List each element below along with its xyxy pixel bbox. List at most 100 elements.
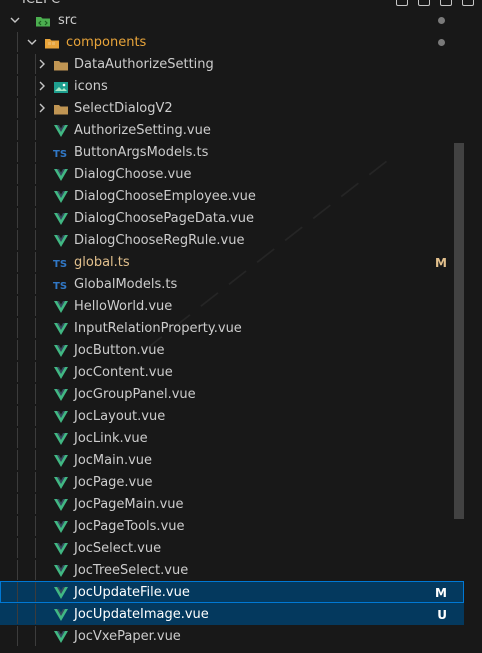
tree-item-src[interactable]: src	[0, 9, 464, 31]
tree-item-label: JocPage.vue	[74, 475, 153, 490]
tree-item-label: JocVxePaper.vue	[74, 629, 181, 644]
new-folder-icon[interactable]	[418, 0, 430, 6]
tree-item-label: DialogChoose.vue	[74, 167, 192, 182]
git-status-badge: U	[437, 608, 447, 622]
tree-item-label: SelectDialogV2	[74, 101, 173, 116]
vue-file-icon	[53, 321, 69, 337]
tree-item-file[interactable]: DialogChoose.vue	[0, 163, 464, 185]
tree-item-file[interactable]: DialogChoosePageData.vue	[0, 207, 464, 229]
tree-item-file[interactable]: AuthorizeSetting.vue	[0, 119, 464, 141]
tree-item-file[interactable]: JocLink.vue	[0, 427, 464, 449]
tree-item-file[interactable]: JocTreeSelect.vue	[0, 559, 464, 581]
vue-file-icon	[53, 387, 69, 403]
git-status-badge: M	[435, 586, 447, 600]
tree-item-label: src	[58, 13, 77, 28]
tree-item-file[interactable]: HelloWorld.vue	[0, 295, 464, 317]
tree-item-file[interactable]: JocButton.vue	[0, 339, 464, 361]
tree-item-folder[interactable]: icons	[0, 75, 464, 97]
tree-item-file[interactable]: JocMain.vue	[0, 449, 464, 471]
modified-dot-icon	[438, 39, 445, 46]
vue-file-icon	[53, 607, 69, 623]
folder-icon	[53, 57, 69, 73]
tree-item-file[interactable]: JocSelect.vue	[0, 537, 464, 559]
tree-item-label: AuthorizeSetting.vue	[74, 123, 211, 138]
vue-file-icon	[53, 431, 69, 447]
modified-dot-icon	[438, 17, 445, 24]
tree-item-label: JocButton.vue	[74, 343, 165, 358]
collapse-all-icon[interactable]	[462, 0, 474, 6]
vue-file-icon	[53, 167, 69, 183]
tree-item-label: JocMain.vue	[74, 453, 153, 468]
tree-item-file[interactable]: TS global.ts M	[0, 251, 464, 273]
tree-item-file[interactable]: JocLayout.vue	[0, 405, 464, 427]
tree-item-file[interactable]: JocGroupPanel.vue	[0, 383, 464, 405]
tree-item-file[interactable]: JocPageTools.vue	[0, 515, 464, 537]
chevron-right-icon	[37, 81, 47, 91]
tree-item-label: InputRelationProperty.vue	[74, 321, 242, 336]
tree-item-label: JocPageMain.vue	[74, 497, 184, 512]
components-folder-icon	[44, 35, 60, 51]
tree-item-label: HelloWorld.vue	[74, 299, 173, 314]
tree-item-label: JocUpdateFile.vue	[74, 585, 190, 600]
folder-icon	[53, 101, 69, 117]
typescript-file-icon: TS	[53, 255, 69, 271]
tree-item-components[interactable]: components	[0, 31, 464, 53]
vue-file-icon	[53, 211, 69, 227]
explorer-header: ICEPC	[0, 0, 482, 9]
svg-text:TS: TS	[53, 259, 67, 270]
vertical-scrollbar[interactable]	[454, 143, 464, 519]
refresh-icon[interactable]	[440, 0, 452, 6]
tree-item-label: JocContent.vue	[74, 365, 173, 380]
tree-item-label: JocTreeSelect.vue	[74, 563, 189, 578]
vue-file-icon	[53, 563, 69, 579]
vue-file-icon	[53, 233, 69, 249]
tree-item-label: DialogChooseRegRule.vue	[74, 233, 245, 248]
tree-item-file[interactable]: TS GlobalModels.ts	[0, 273, 464, 295]
src-folder-icon	[35, 13, 51, 29]
tree-item-folder[interactable]: DataAuthorizeSetting	[0, 53, 464, 75]
workspace-title: ICEPC	[22, 0, 60, 8]
vue-file-icon	[53, 541, 69, 557]
tree-item-label: DataAuthorizeSetting	[74, 57, 214, 72]
typescript-file-icon: TS	[53, 277, 69, 293]
tree-item-label: ButtonArgsModels.ts	[74, 145, 209, 160]
file-tree: src components DataAuthorizeSetting icons…	[0, 9, 464, 647]
tree-item-file[interactable]: JocVxePaper.vue	[0, 625, 464, 647]
git-status-badge: M	[435, 256, 447, 270]
vue-file-icon	[53, 123, 69, 139]
tree-item-file[interactable]: TS ButtonArgsModels.ts	[0, 141, 464, 163]
tree-item-label: JocGroupPanel.vue	[74, 387, 196, 402]
typescript-file-icon: TS	[53, 145, 69, 161]
tree-item-folder[interactable]: SelectDialogV2	[0, 97, 464, 119]
tree-item-label: GlobalModels.ts	[74, 277, 178, 292]
new-file-icon[interactable]	[396, 0, 408, 6]
tree-item-file[interactable]: InputRelationProperty.vue	[0, 317, 464, 339]
chevron-down-icon	[27, 37, 37, 47]
chevron-right-icon	[37, 103, 47, 113]
tree-item-label: icons	[74, 79, 108, 94]
svg-text:TS: TS	[53, 149, 67, 160]
tree-item-label: JocUpdateImage.vue	[74, 607, 209, 622]
tree-item-file[interactable]: JocPageMain.vue	[0, 493, 464, 515]
tree-item-file[interactable]: JocUpdateImage.vue U	[0, 603, 464, 625]
vue-file-icon	[53, 629, 69, 645]
vue-file-icon	[53, 365, 69, 381]
tree-item-label: global.ts	[74, 255, 130, 270]
tree-item-label: DialogChooseEmployee.vue	[74, 189, 256, 204]
vue-file-icon	[53, 519, 69, 535]
vue-file-icon	[53, 475, 69, 491]
tree-item-label: JocPageTools.vue	[74, 519, 185, 534]
tree-item-label: components	[66, 35, 147, 50]
tree-item-file[interactable]: JocUpdateFile.vue M	[0, 581, 464, 603]
tree-item-file[interactable]: JocContent.vue	[0, 361, 464, 383]
tree-item-file[interactable]: DialogChooseRegRule.vue	[0, 229, 464, 251]
chevron-right-icon	[37, 59, 47, 69]
vue-file-icon	[53, 453, 69, 469]
tree-item-file[interactable]: DialogChooseEmployee.vue	[0, 185, 464, 207]
tree-item-file[interactable]: JocPage.vue	[0, 471, 464, 493]
vue-file-icon	[53, 189, 69, 205]
vue-file-icon	[53, 409, 69, 425]
vue-file-icon	[53, 343, 69, 359]
vue-file-icon	[53, 585, 69, 601]
chevron-down-icon	[10, 15, 20, 25]
